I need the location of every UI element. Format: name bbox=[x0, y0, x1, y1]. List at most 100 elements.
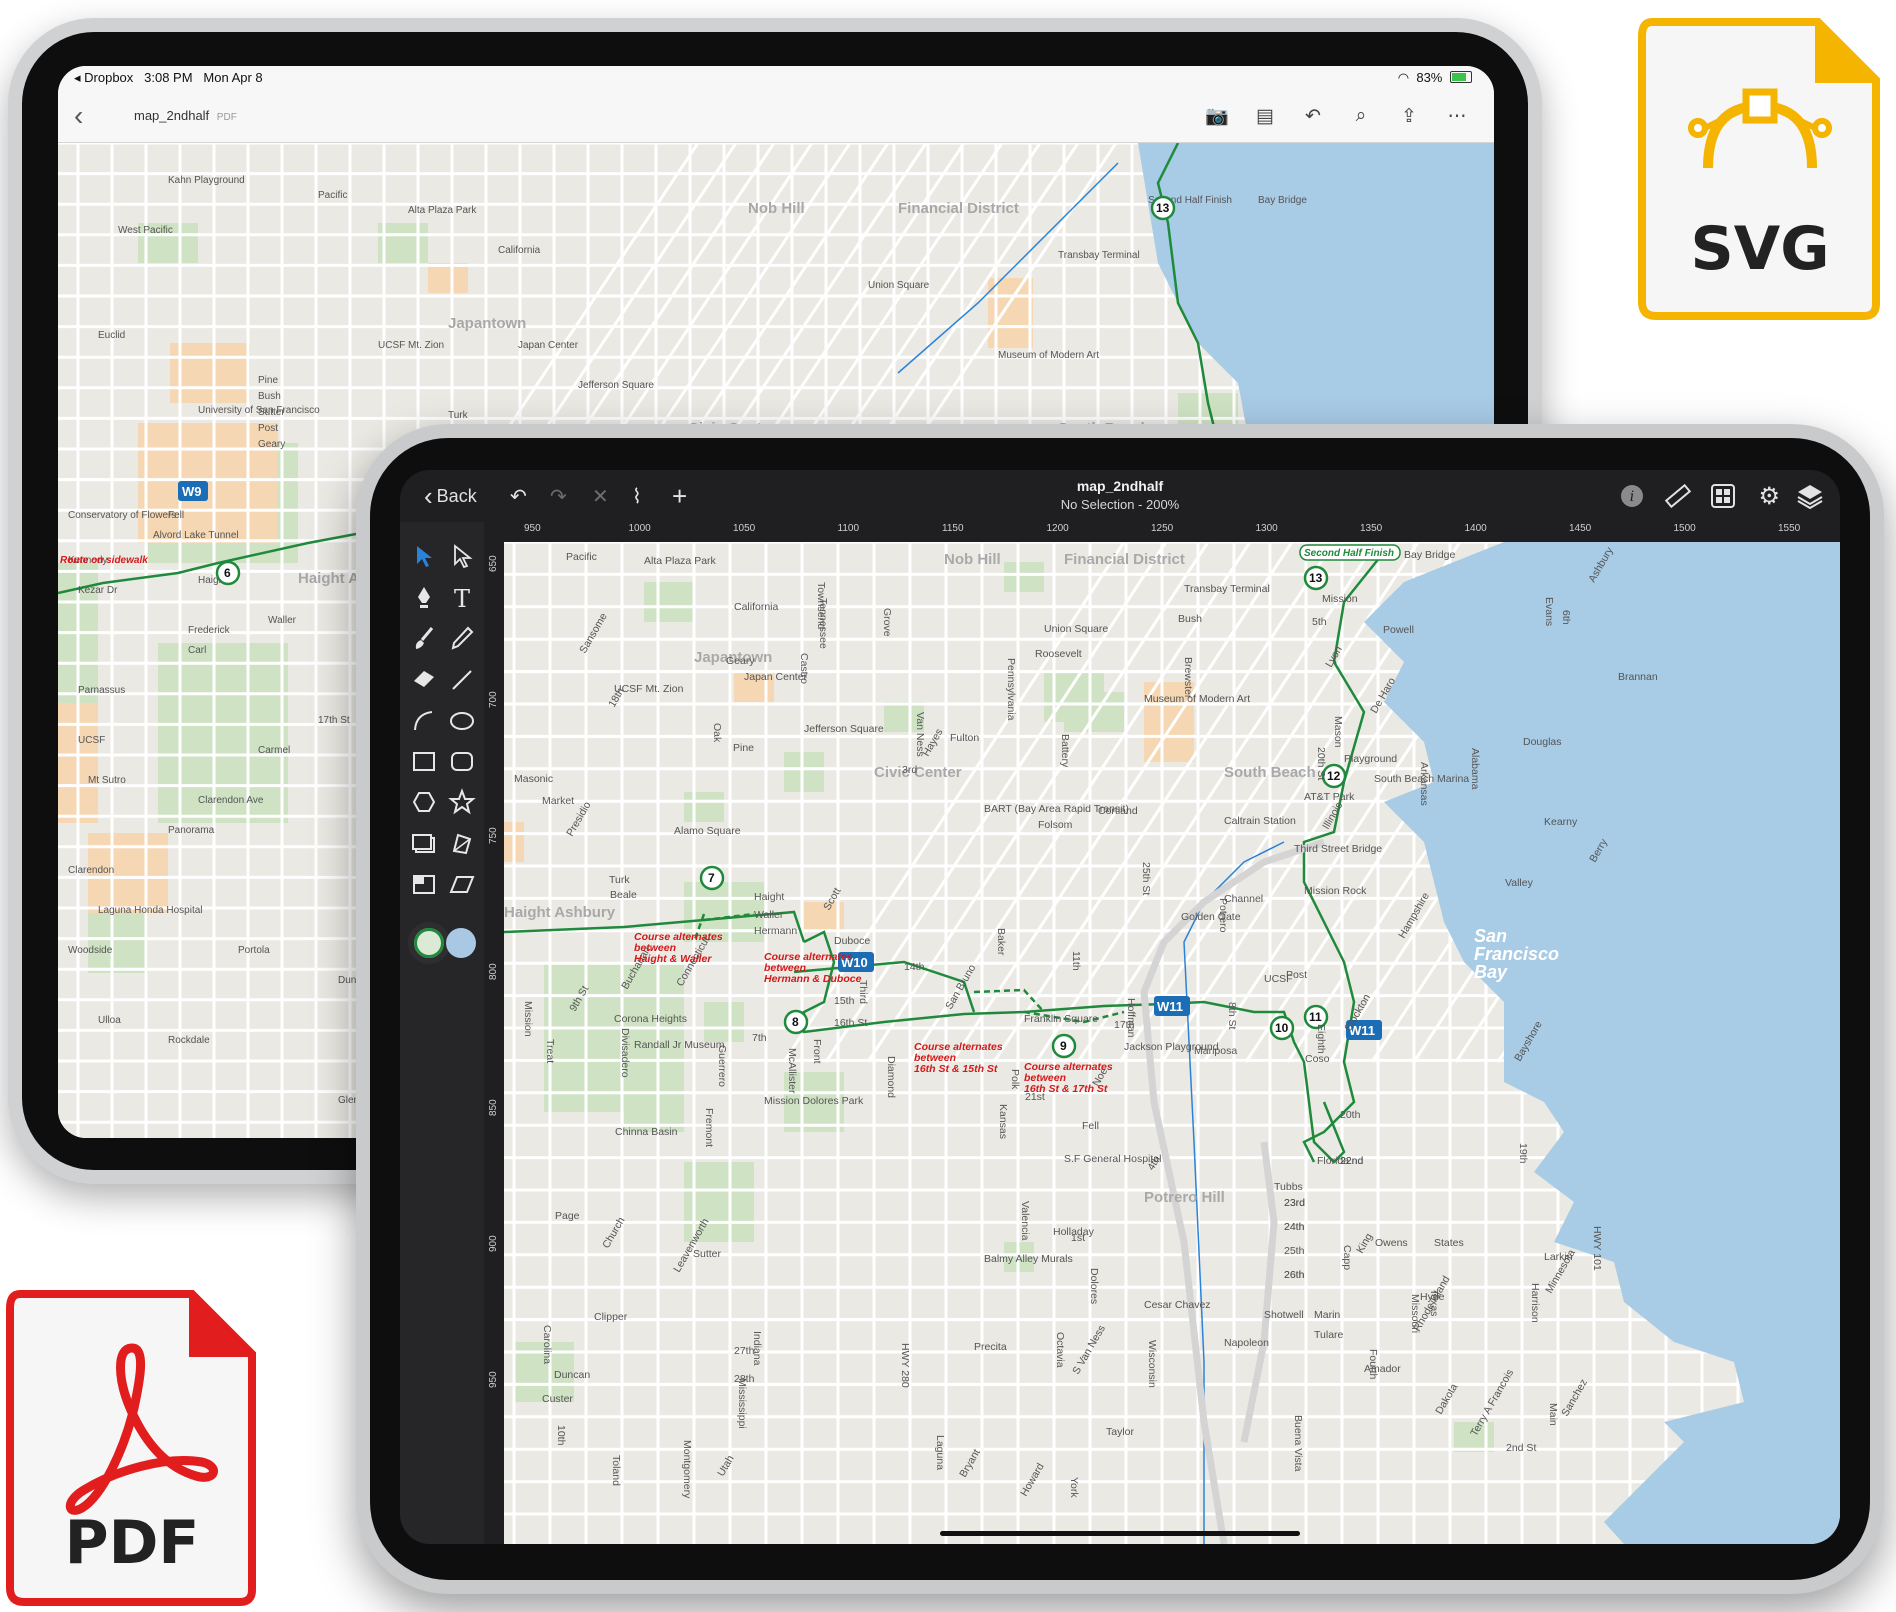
map-label: California bbox=[734, 601, 779, 613]
map-label: UCSF bbox=[78, 735, 105, 746]
map-label: Mason bbox=[1332, 716, 1344, 748]
park-area bbox=[1064, 692, 1124, 732]
map-label: 8th St bbox=[1226, 1002, 1238, 1030]
map-label: Laguna bbox=[934, 1435, 946, 1470]
search-icon[interactable]: ⌕ bbox=[1346, 102, 1376, 130]
artboard-icon[interactable] bbox=[406, 866, 442, 902]
map-label: Pennsylvania bbox=[1005, 658, 1017, 721]
map-label: Japantown bbox=[448, 315, 526, 332]
text-tool-icon[interactable]: T bbox=[444, 579, 480, 615]
layers-icon[interactable] bbox=[1796, 480, 1824, 512]
map-label: HWY 101 bbox=[1591, 1226, 1603, 1271]
rounded-rectangle-icon[interactable] bbox=[444, 743, 480, 779]
map-label: Alabama bbox=[1469, 748, 1481, 790]
map-label: Potrero Hill bbox=[1144, 1189, 1225, 1206]
map-label: Toland bbox=[610, 1455, 622, 1486]
map-label: Portola bbox=[238, 945, 270, 956]
map-label: Bay Bridge bbox=[1258, 195, 1307, 206]
page-layout-icon[interactable]: ▤ bbox=[1250, 102, 1280, 130]
ellipse-tool-icon[interactable] bbox=[444, 702, 480, 738]
mile-marker-label: 11 bbox=[1309, 1010, 1322, 1024]
map-label: Financial District bbox=[1064, 551, 1185, 568]
pencil-icon[interactable] bbox=[444, 620, 480, 656]
map-label: Custer bbox=[542, 1393, 573, 1405]
vertical-ruler[interactable]: 650 700 750 800 850 900 950 bbox=[484, 542, 505, 1544]
direct-select-icon[interactable] bbox=[444, 538, 480, 574]
pen-tool-icon[interactable] bbox=[406, 579, 442, 615]
park-area bbox=[624, 1062, 684, 1132]
front-map-canvas[interactable]: 13121110987W10W11W11Pacific Alta Plaza Pa… bbox=[504, 542, 1840, 1544]
map-label: Turk bbox=[609, 874, 630, 886]
document-nav-bar: ‹ map_2ndhalf PDF 📷 ▤ ↶ ⌕ ⇪ ⋯ bbox=[58, 90, 1494, 143]
map-label: Masonic bbox=[514, 773, 553, 785]
map-label: Chinna Basin bbox=[615, 1126, 678, 1138]
map-label: Rockdale bbox=[168, 1035, 210, 1046]
star-tool-icon[interactable] bbox=[444, 784, 480, 820]
map-label: 24th bbox=[1284, 1221, 1305, 1233]
map-label: Jefferson Square bbox=[578, 380, 654, 391]
svg-badge-label: SVG bbox=[1690, 214, 1830, 284]
map-label: Geary bbox=[258, 439, 285, 450]
map-label: Clarendon bbox=[68, 865, 114, 876]
map-label: Jefferson Square bbox=[804, 723, 884, 735]
map-label: Caltrain Station bbox=[1224, 815, 1296, 827]
info-icon[interactable]: i bbox=[1620, 480, 1644, 512]
map-label: Third Street Bridge bbox=[1294, 843, 1382, 855]
stroke-color-swatch[interactable] bbox=[408, 922, 450, 964]
map-label: Museum of Modern Art bbox=[998, 350, 1099, 361]
map-label: Nob Hill bbox=[748, 200, 805, 217]
map-label: Kansas bbox=[997, 1104, 1009, 1139]
gear-icon[interactable]: ⚙ bbox=[1758, 480, 1780, 512]
map-label: Panorama bbox=[168, 825, 215, 836]
map-label: Pacific bbox=[566, 551, 597, 563]
map-label: Randall Jr Museum bbox=[634, 1039, 725, 1051]
map-label: Civic Center bbox=[874, 764, 962, 781]
grid-icon[interactable] bbox=[1710, 480, 1736, 512]
map-label: Turk bbox=[448, 410, 469, 421]
fill-color-swatch[interactable] bbox=[446, 928, 476, 958]
brush-icon[interactable] bbox=[406, 620, 442, 656]
map-label: Fell bbox=[168, 510, 184, 521]
eraser-icon[interactable] bbox=[406, 661, 442, 697]
home-indicator bbox=[940, 1531, 1300, 1536]
horizontal-ruler[interactable]: 950 1000 1050 1100 1150 1200 1250 1300 1350 1400 1… bbox=[504, 522, 1840, 543]
map-label: Roosevelt bbox=[1035, 648, 1082, 660]
map-label: Harrison bbox=[1529, 1283, 1541, 1323]
map-label: Van Ness bbox=[914, 712, 926, 757]
ruler-tick-label: 1050 bbox=[733, 523, 756, 534]
chevron-left-icon[interactable]: ‹ bbox=[74, 100, 83, 132]
transform-tool-icon[interactable] bbox=[444, 825, 480, 861]
map-label: 5th bbox=[1312, 616, 1327, 628]
more-icon[interactable]: ⋯ bbox=[1442, 102, 1472, 130]
map-label: Woodside bbox=[68, 945, 113, 956]
camera-icon[interactable]: 📷 bbox=[1202, 102, 1232, 130]
map-label: 25th St bbox=[1140, 862, 1152, 895]
share-icon[interactable]: ⇪ bbox=[1394, 102, 1424, 130]
map-label: West Pacific bbox=[118, 225, 173, 236]
status-time: 3:08 PM bbox=[144, 70, 193, 85]
map-label: Dolores bbox=[1088, 1268, 1100, 1304]
ruler-corner bbox=[484, 522, 504, 542]
map-label: Playground bbox=[1344, 753, 1397, 765]
arc-tool-icon[interactable] bbox=[406, 702, 442, 738]
map-label: Laguna Honda Hospital bbox=[98, 905, 203, 916]
line-tool-icon[interactable] bbox=[444, 661, 480, 697]
map-label: Kezar Dr bbox=[78, 585, 118, 596]
landmark-area bbox=[170, 343, 250, 403]
undo-icon[interactable]: ↶ bbox=[1298, 102, 1328, 130]
map-label: Buena Vista bbox=[1292, 1415, 1304, 1472]
ruler-icon[interactable] bbox=[1664, 480, 1692, 512]
parallelogram-icon[interactable] bbox=[444, 866, 480, 902]
map-label: McAllister bbox=[786, 1048, 798, 1094]
select-arrow-icon[interactable] bbox=[406, 538, 442, 574]
map-label: Carmel bbox=[258, 745, 290, 756]
rectangle-tool-icon[interactable] bbox=[406, 743, 442, 779]
map-label: Pine bbox=[258, 375, 278, 386]
image-tool-icon[interactable] bbox=[406, 825, 442, 861]
map-label: Haight bbox=[754, 891, 784, 903]
map-label: Transbay Terminal bbox=[1058, 250, 1140, 261]
map-label: Mt Sutro bbox=[88, 775, 126, 786]
map-label: Main bbox=[1547, 1403, 1559, 1426]
polygon-tool-icon[interactable] bbox=[406, 784, 442, 820]
map-label: 7th bbox=[752, 1032, 767, 1044]
